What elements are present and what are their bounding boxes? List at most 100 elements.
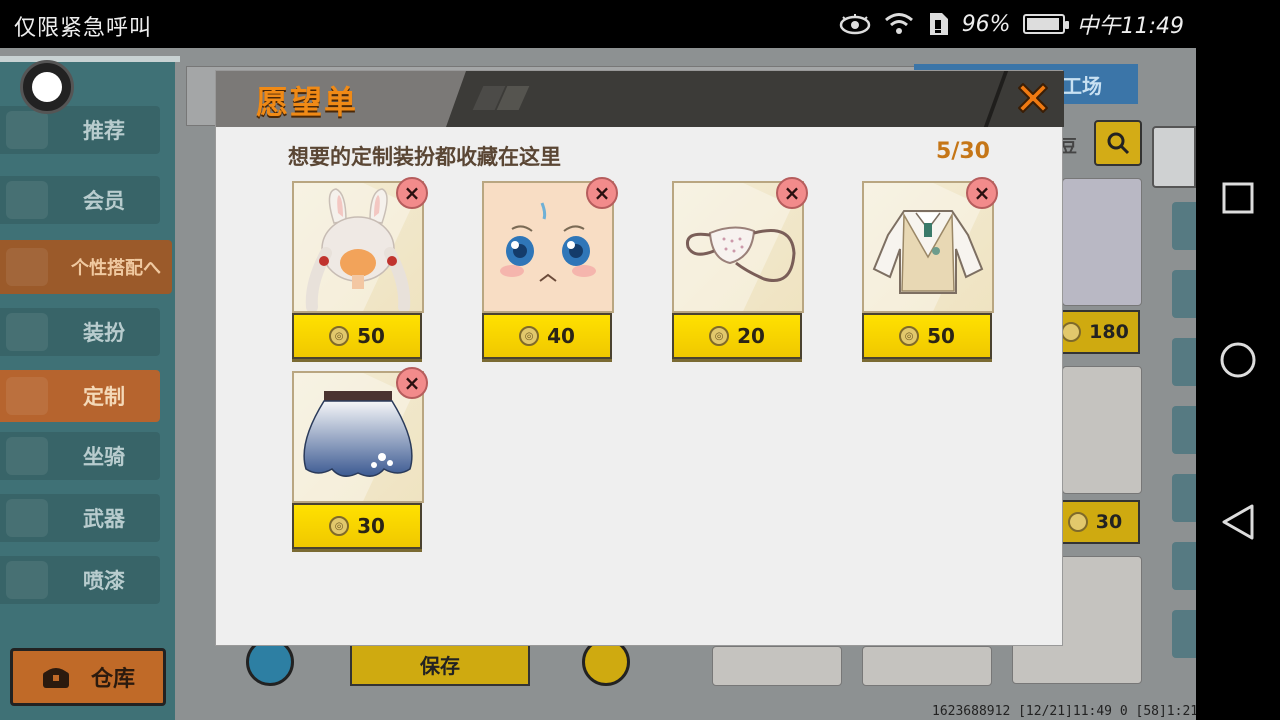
wifi-icon [884, 12, 914, 36]
item-price-button[interactable]: ◎ 40 [482, 313, 612, 359]
wishlist-item[interactable]: ◎ 30 × [292, 367, 428, 551]
bg-item-price[interactable]: 180 [1050, 310, 1140, 354]
bg-item-card[interactable] [1062, 178, 1142, 306]
battery-icon [1022, 14, 1069, 34]
remove-item-button[interactable]: × [586, 177, 618, 209]
spray-icon [6, 561, 48, 599]
bg-price-value: 30 [1095, 511, 1123, 533]
bg-side-tab[interactable] [1172, 406, 1196, 454]
bg-side-tab[interactable] [1172, 270, 1196, 318]
wishlist-item[interactable]: ◎ 20 × [672, 177, 808, 361]
item-price: 40 [547, 324, 575, 348]
wishlist-dialog: 愿望单 想要的定制装扮都收藏在这里 5/30 ◎ 50 × ◎ 40 × ◎ 2… [215, 70, 1064, 646]
item-price: 50 [927, 324, 955, 348]
remove-item-button[interactable]: × [966, 177, 998, 209]
bg-side-tab[interactable] [1172, 202, 1196, 250]
status-bar: 仅限紧急呼叫 96% 中午11:49 [0, 0, 1196, 48]
bg-price-value: 180 [1089, 321, 1129, 343]
bg-side-tab[interactable] [1172, 542, 1196, 590]
close-icon [1018, 83, 1048, 113]
warehouse-button[interactable]: 仓库 [10, 648, 166, 706]
sidebar-item-label: 坐骑 [83, 445, 125, 469]
home-button[interactable] [1216, 338, 1260, 382]
recommend-icon [6, 111, 48, 149]
sidebar-item-personal-style[interactable]: 个性搭配へ [0, 240, 172, 294]
outfit-icon [6, 313, 48, 351]
remove-x-icon: × [973, 181, 991, 205]
footer-info: 1623688912 [12/21]11:49 0 [58]1:21 [932, 704, 1196, 719]
sidebar-item-outfit[interactable]: 装扮 [0, 308, 160, 356]
wishlist-item[interactable]: ◎ 40 × [482, 177, 618, 361]
wishlist-title: 愿望单 [256, 83, 359, 121]
sidebar-item-label: 个性搭配へ [71, 258, 161, 279]
navigation-bar [1196, 0, 1280, 720]
item-price-button[interactable]: ◎ 20 [672, 313, 802, 359]
bg-item-card[interactable] [712, 646, 842, 686]
save-label: 保存 [420, 653, 460, 678]
screen: 仅限紧急呼叫 96% 中午11:49 推荐 会员 个性搭配へ 装扮 定制 坐骑 … [0, 0, 1280, 720]
chest-icon [42, 668, 69, 688]
status-icons: 96% 中午11:49 [838, 8, 1184, 40]
sidebar-item-spray[interactable]: 喷漆 [0, 556, 160, 604]
sidebar-item-label: 喷漆 [83, 569, 125, 593]
filter-toggle[interactable] [1152, 126, 1196, 188]
sidebar-item-custom[interactable]: 定制 [0, 370, 160, 422]
coin-icon: ◎ [329, 516, 350, 536]
eye-icon [838, 13, 872, 35]
search-icon [1107, 132, 1130, 155]
coin-icon: ◎ [519, 326, 540, 346]
sidebar-item-label: 推荐 [83, 119, 125, 143]
bg-item-card[interactable] [1062, 366, 1142, 494]
square-icon [1222, 182, 1254, 214]
save-button[interactable]: 保存 [350, 642, 530, 686]
circle-icon [1220, 342, 1256, 378]
coin-icon: ◎ [709, 326, 730, 346]
weapon-icon [6, 499, 48, 537]
bg-item-card[interactable] [862, 646, 992, 686]
sidebar-item-weapon[interactable]: 武器 [0, 494, 160, 542]
clock: 中午11:49 [1076, 14, 1184, 39]
sim-icon [926, 11, 950, 37]
sidebar-item-recommend[interactable]: 推荐 [0, 106, 160, 154]
remove-x-icon: × [403, 181, 421, 205]
item-price: 50 [357, 324, 385, 348]
coin-icon [1067, 512, 1088, 532]
carrier-text: 仅限紧急呼叫 [14, 16, 153, 41]
back-button[interactable] [1216, 500, 1260, 544]
member-icon [6, 181, 48, 219]
sidebar-top-edge [0, 56, 180, 62]
bg-side-tab[interactable] [1172, 474, 1196, 522]
floating-assistant-button[interactable] [20, 60, 74, 114]
sidebar-item-label: 武器 [83, 507, 125, 531]
bg-side-tab[interactable] [1172, 610, 1196, 658]
search-button[interactable] [1094, 120, 1142, 166]
coin-icon: ◎ [329, 326, 350, 346]
bg-item-price[interactable]: 30 [1050, 500, 1140, 544]
sidebar-item-label: 定制 [83, 385, 125, 409]
close-button[interactable] [1010, 75, 1056, 121]
mount-icon [6, 437, 48, 475]
item-price-button[interactable]: ◎ 50 [862, 313, 992, 359]
wishlist-item[interactable]: ◎ 50 × [292, 177, 428, 361]
remove-item-button[interactable]: × [776, 177, 808, 209]
item-price-button[interactable]: ◎ 30 [292, 503, 422, 549]
assistant-dot-icon [32, 72, 62, 102]
sidebar-item-member[interactable]: 会员 [0, 176, 160, 224]
wishlist-subtitle: 想要的定制装扮都收藏在这里 [288, 145, 561, 169]
sidebar-item-label: 装扮 [83, 321, 125, 345]
tab-workshop-label: 工场 [1062, 73, 1102, 98]
custom-icon [6, 377, 48, 415]
wishlist-count: 5/30 [936, 139, 990, 164]
sidebar-item-mount[interactable]: 坐骑 [0, 432, 160, 480]
sidebar-item-label: 会员 [83, 189, 125, 213]
warehouse-label: 仓库 [90, 667, 135, 692]
wishlist-header: 愿望单 [216, 71, 1064, 127]
bg-side-tab[interactable] [1172, 338, 1196, 386]
item-price: 30 [357, 514, 385, 538]
recents-button[interactable] [1216, 176, 1260, 220]
wishlist-item[interactable]: ◎ 50 × [862, 177, 998, 361]
remove-item-button[interactable]: × [396, 367, 428, 399]
item-price-button[interactable]: ◎ 50 [292, 313, 422, 359]
remove-item-button[interactable]: × [396, 177, 428, 209]
coin-icon [1061, 322, 1082, 342]
